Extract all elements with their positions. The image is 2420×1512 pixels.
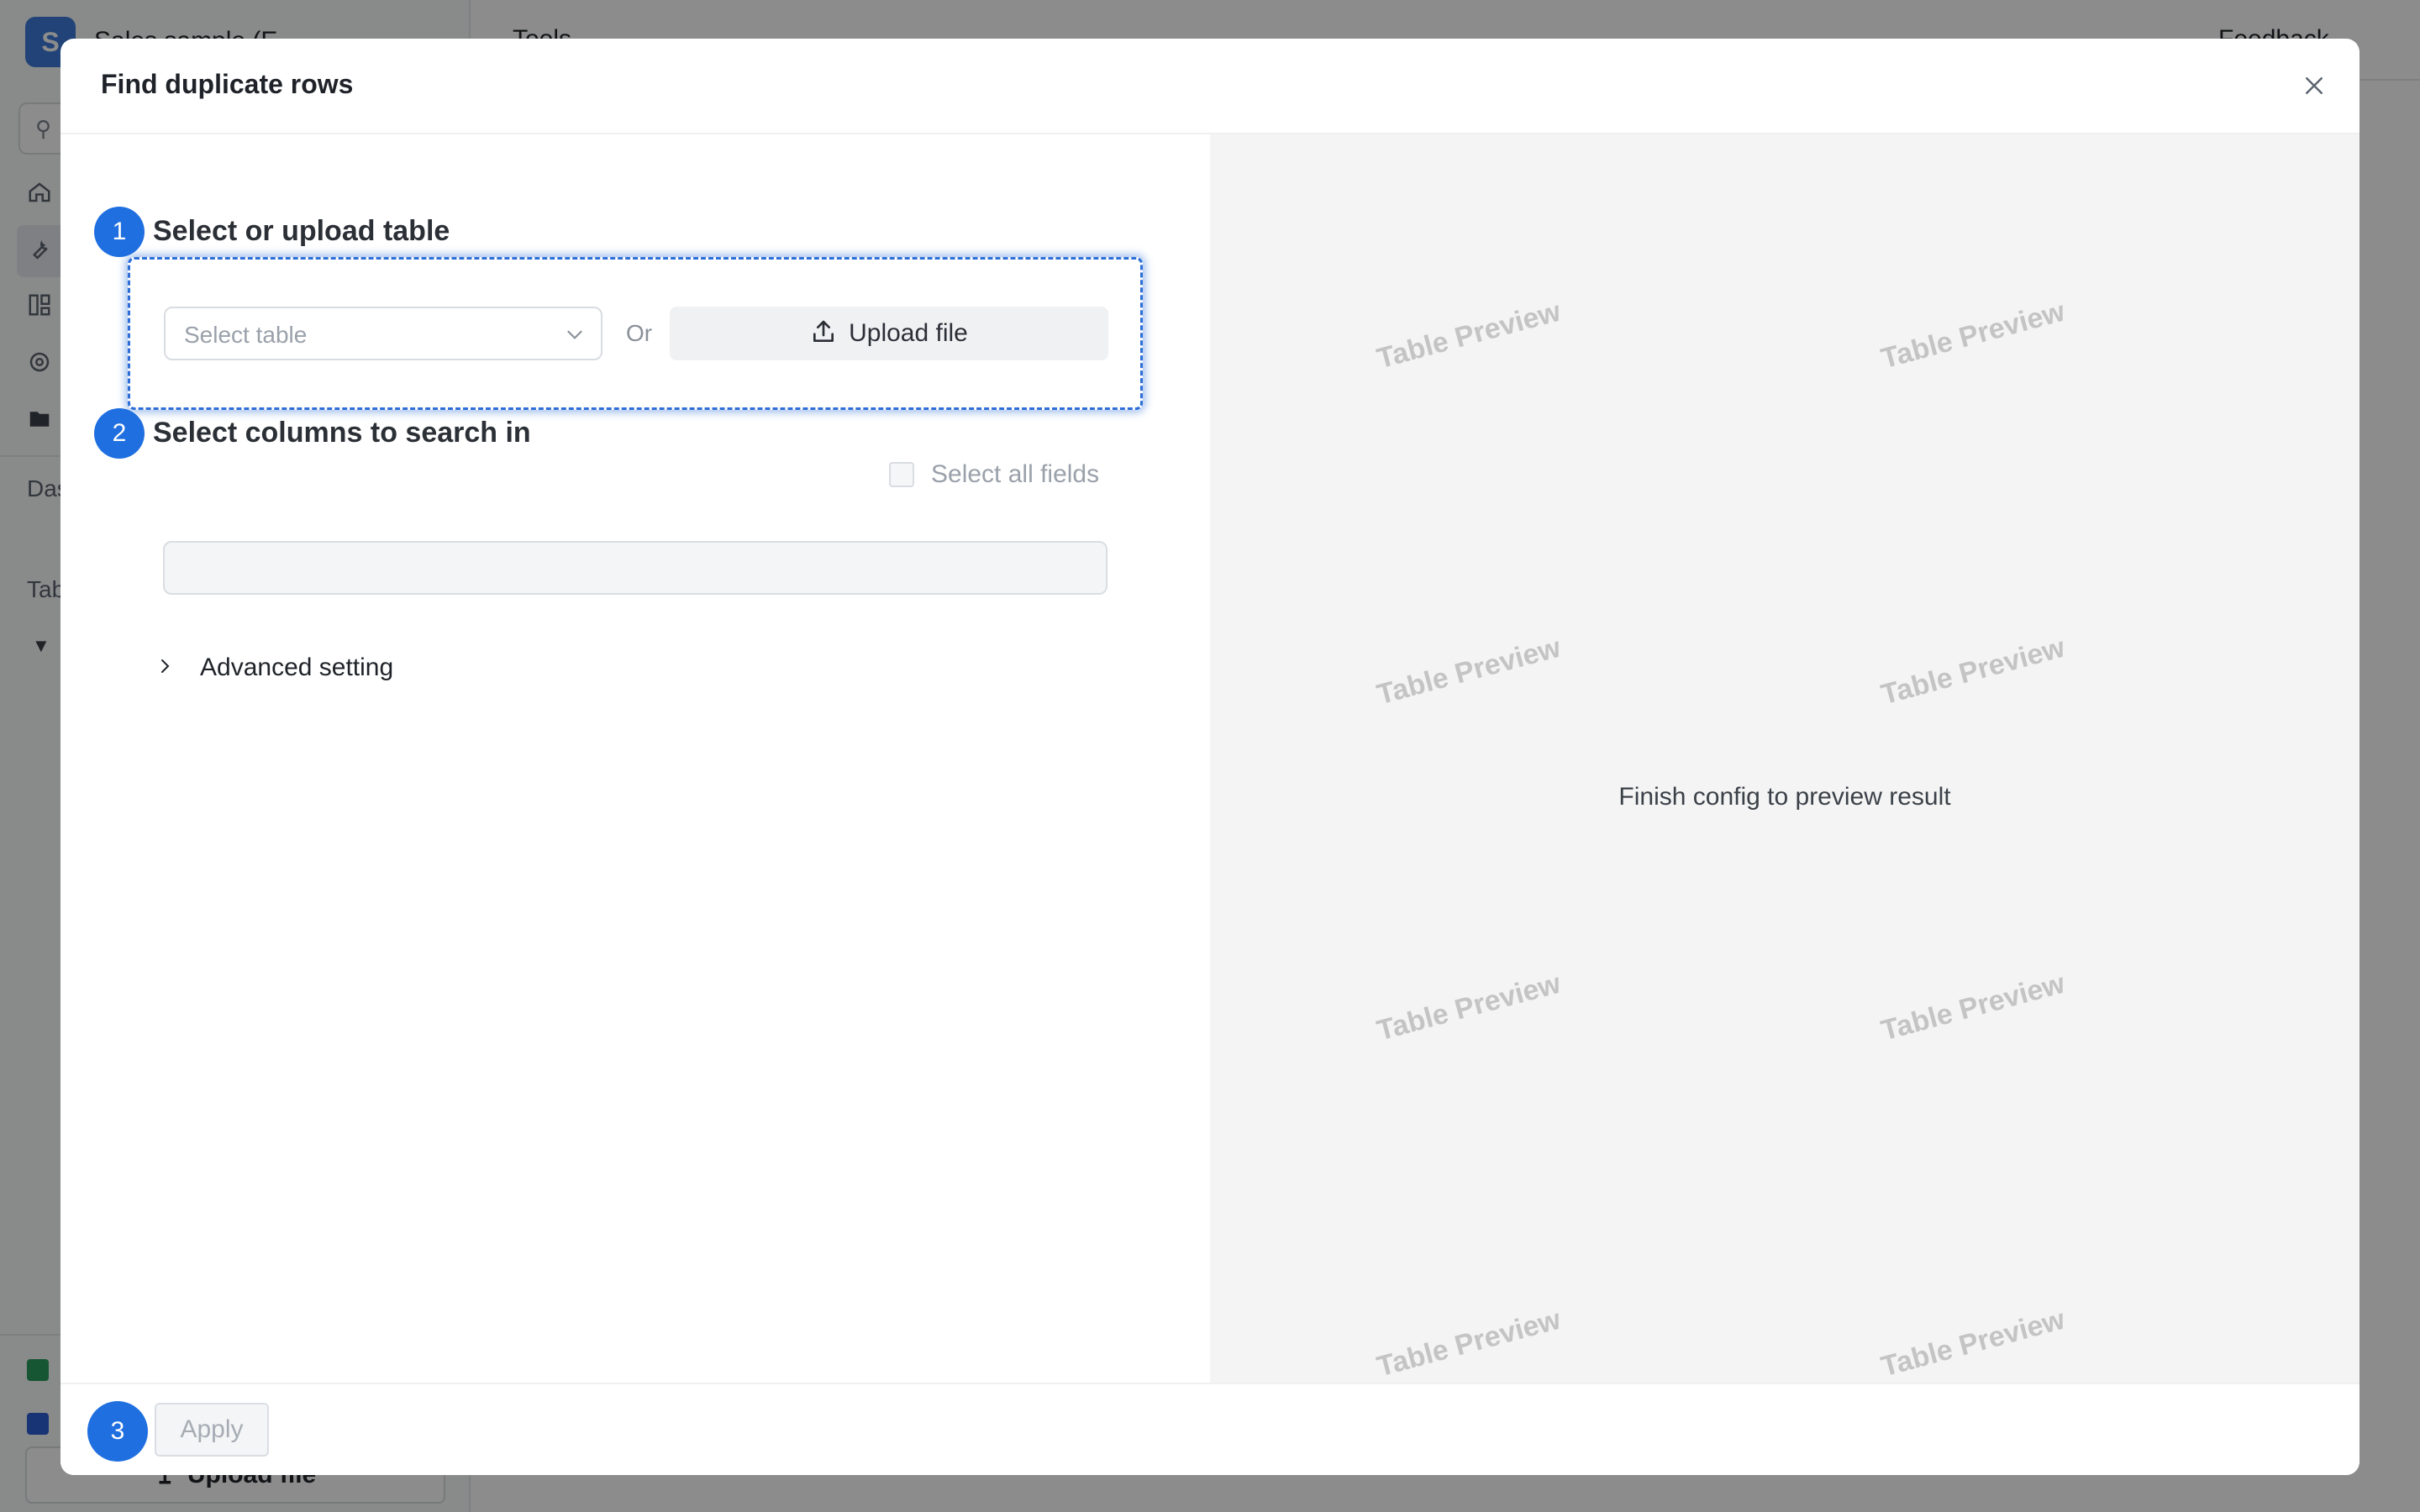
select-table-dropdown[interactable]: Select table <box>164 307 602 360</box>
step-3-badge: 3 <box>87 1401 148 1462</box>
or-label: Or <box>626 320 653 346</box>
modal-header: Find duplicate rows <box>60 39 2360 134</box>
step-2-badge: 2 <box>94 408 145 459</box>
chevron-right-icon <box>155 656 175 680</box>
table-preview-watermark: Table Preview <box>1373 631 1565 711</box>
advanced-setting-label: Advanced setting <box>200 654 394 681</box>
step-1-title: Select or upload table <box>153 215 450 247</box>
apply-button[interactable]: Apply <box>155 1403 269 1457</box>
preview-pane: Table Preview Table Preview Table Previe… <box>1210 134 2360 1383</box>
select-all-label: Select all fields <box>931 460 1100 488</box>
modal-footer: 3 Apply <box>60 1383 2360 1475</box>
table-preview-watermark: Table Preview <box>1877 1303 2069 1383</box>
find-duplicates-modal: Find duplicate rows 1 Select or upload t… <box>60 39 2360 1475</box>
select-table-placeholder: Select table <box>184 322 308 348</box>
table-preview-watermark: Table Preview <box>1373 967 1565 1047</box>
modal-title: Find duplicate rows <box>101 69 354 99</box>
step-1-badge: 1 <box>94 207 145 257</box>
upload-file-button[interactable]: Upload file <box>670 307 1108 360</box>
upload-file-label: Upload file <box>849 319 968 347</box>
config-pane: 1 Select or upload table Select table Or… <box>60 134 1210 1383</box>
table-preview-watermark: Table Preview <box>1373 1303 1565 1383</box>
step-2-title: Select columns to search in <box>153 417 531 449</box>
columns-select-field[interactable] <box>163 541 1107 595</box>
select-all-fields[interactable]: Select all fields <box>889 460 1099 489</box>
table-preview-watermark: Table Preview <box>1877 967 2069 1047</box>
close-icon[interactable] <box>2296 67 2333 104</box>
table-drop-zone[interactable]: Select table Or Upload file <box>128 257 1143 410</box>
table-preview-watermark: Table Preview <box>1877 631 2069 711</box>
upload-icon <box>810 318 837 349</box>
table-preview-watermark: Table Preview <box>1877 295 2069 375</box>
table-preview-watermark: Table Preview <box>1373 295 1565 375</box>
chevron-down-icon <box>564 323 586 345</box>
advanced-setting-toggle[interactable]: Advanced setting <box>155 654 393 682</box>
select-all-checkbox[interactable] <box>889 462 914 487</box>
preview-message: Finish config to preview result <box>1618 783 1951 811</box>
